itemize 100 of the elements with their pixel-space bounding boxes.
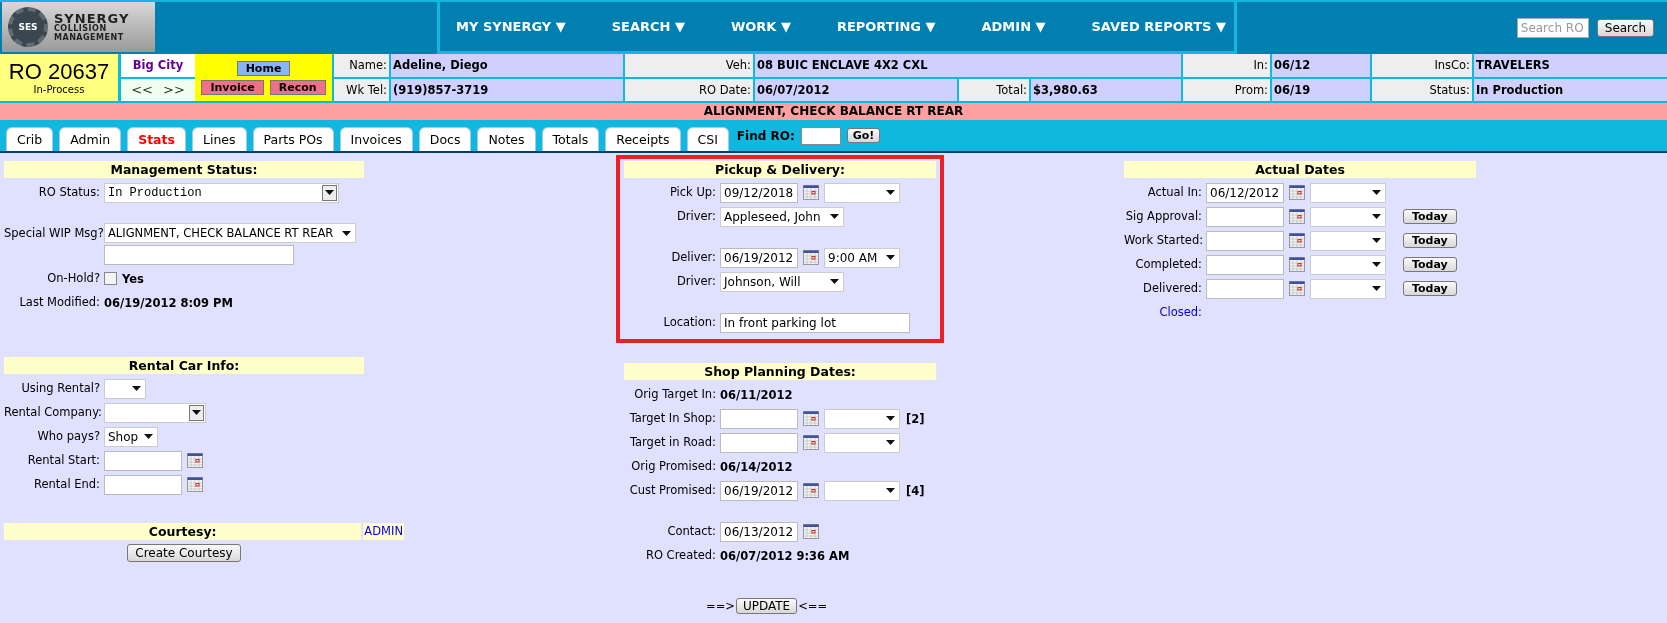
info-value: (919)857-3719 bbox=[391, 78, 623, 101]
section-title: Rental Car Info: bbox=[4, 357, 364, 374]
dropdown[interactable]: Shop bbox=[104, 426, 159, 447]
info-label: Prom: bbox=[1183, 78, 1270, 101]
search-field[interactable]: Search RO bbox=[1516, 18, 1589, 38]
field-label: Orig Promised: bbox=[630, 458, 717, 475]
info-value: 06/19 bbox=[1272, 78, 1370, 101]
next-link[interactable]: >> bbox=[163, 82, 185, 98]
field-label: Target In Shop: bbox=[628, 410, 717, 427]
section-title: Actual Dates bbox=[1124, 161, 1476, 178]
info-label: Total: bbox=[959, 78, 1029, 101]
section-title: Shop Planning Dates: bbox=[624, 363, 936, 380]
arrow-text: <== bbox=[798, 599, 828, 613]
tab[interactable]: Crib bbox=[6, 127, 54, 151]
field-label: Pick Up: bbox=[668, 184, 717, 201]
info-label: RO Date: bbox=[625, 78, 753, 101]
section-title: Management Status: bbox=[4, 161, 364, 178]
tab[interactable]: Admin bbox=[59, 127, 122, 151]
info-label: Status: bbox=[1372, 78, 1472, 101]
update-button[interactable]: UPDATE bbox=[735, 598, 798, 614]
info-value: 06/12 bbox=[1272, 54, 1370, 77]
tab[interactable]: CSI bbox=[686, 127, 729, 151]
dropdown[interactable]: Johnson, Will bbox=[720, 271, 844, 292]
home-button[interactable]: Home bbox=[236, 60, 291, 76]
action-button[interactable]: Invoice bbox=[201, 79, 264, 95]
date-field[interactable]: 06/19/2012 bbox=[720, 247, 798, 268]
date-field[interactable]: 06/13/2012 bbox=[720, 521, 798, 542]
count-note: [2] bbox=[906, 411, 925, 426]
field-label: Last Modified: bbox=[18, 294, 101, 311]
info-label: Veh: bbox=[625, 54, 753, 77]
field-label: Rental Company: bbox=[4, 404, 103, 421]
tab[interactable]: Docs bbox=[418, 127, 472, 151]
field-label: Cust Promised: bbox=[628, 482, 717, 499]
gear-logo-icon: SES bbox=[8, 7, 48, 47]
field-value: 06/07/2012 9:36 AM bbox=[720, 548, 850, 563]
logo[interactable]: SES SYNERGY COLLISION MANAGEMENT bbox=[2, 2, 155, 52]
tab[interactable]: Lines bbox=[191, 127, 247, 151]
nav-menu-item[interactable]: MY SYNERGY ▼ bbox=[456, 19, 566, 34]
section-title: Pickup & Delivery: bbox=[624, 161, 936, 178]
field-label: Using Rental? bbox=[20, 380, 101, 397]
ro-panel: RO 20637 In-Process bbox=[0, 54, 118, 101]
info-value: 06/07/2012 bbox=[755, 78, 957, 101]
nav-menu-item[interactable]: SAVED REPORTS ▼ bbox=[1091, 19, 1226, 34]
today-button[interactable]: Today bbox=[1403, 281, 1457, 296]
text-field[interactable]: In front parking lot bbox=[720, 312, 910, 333]
tab[interactable]: Stats bbox=[127, 127, 186, 151]
previous-link[interactable]: << bbox=[131, 82, 153, 98]
field-label: Location: bbox=[662, 314, 717, 331]
field-label: Target in Road: bbox=[628, 434, 717, 451]
field-label: Work Started: bbox=[1124, 232, 1205, 249]
info-value: 08 BUIC ENCLAVE 4X2 CXL bbox=[755, 54, 1181, 77]
tab[interactable]: Invoices bbox=[339, 127, 413, 151]
nav-menu-item[interactable]: WORK ▼ bbox=[730, 19, 791, 34]
action-button[interactable]: Recon bbox=[269, 79, 326, 95]
today-button[interactable]: Today bbox=[1403, 257, 1457, 272]
field-label: Sig Approval: bbox=[1124, 208, 1203, 225]
info-label: Name: bbox=[334, 54, 389, 77]
tab[interactable]: Parts POs bbox=[252, 127, 334, 151]
field-label: RO Created: bbox=[644, 547, 717, 564]
closed-link[interactable]: Closed: bbox=[1124, 302, 1206, 322]
date-field[interactable]: 06/19/2012 bbox=[720, 480, 798, 501]
create-courtesy-button[interactable]: Create Courtesy bbox=[127, 544, 241, 562]
field-label: Special WIP Msg? bbox=[4, 225, 104, 242]
shop-name: Big City bbox=[121, 54, 195, 77]
today-button[interactable]: Today bbox=[1403, 209, 1457, 224]
tab[interactable]: Totals bbox=[541, 127, 600, 151]
field-value: 06/19/2012 8:09 PM bbox=[104, 295, 233, 310]
go-button[interactable]: Go! bbox=[846, 128, 881, 143]
field-label: Who pays? bbox=[36, 428, 101, 445]
tab[interactable]: Receipts bbox=[605, 127, 681, 151]
field-label: Contact: bbox=[666, 523, 717, 540]
field-label: RO Status: bbox=[37, 184, 101, 201]
info-label: InsCo: bbox=[1372, 54, 1472, 77]
field-label: Completed: bbox=[1134, 256, 1203, 273]
field-label: Delivered: bbox=[1142, 280, 1203, 297]
section-title: Courtesy: bbox=[4, 523, 362, 540]
info-value: $3,980.63 bbox=[1031, 78, 1181, 101]
admin-link[interactable]: ADMIN bbox=[363, 523, 404, 540]
dropdown[interactable]: Appleseed, John bbox=[720, 206, 844, 227]
nav-menu-item[interactable]: ADMIN ▼ bbox=[981, 19, 1046, 34]
today-button[interactable]: Today bbox=[1403, 233, 1457, 248]
field-label: Rental Start: bbox=[26, 452, 101, 469]
info-value: Adeline, Diego bbox=[391, 54, 623, 77]
search-button[interactable]: Search bbox=[1596, 19, 1654, 37]
info-value: TRAVELERS bbox=[1474, 54, 1667, 77]
date-field[interactable]: 09/12/2018 bbox=[720, 182, 798, 203]
dropdown[interactable]: In Production bbox=[104, 182, 339, 203]
field-label: Deliver: bbox=[670, 249, 717, 266]
info-label: In: bbox=[1183, 54, 1270, 77]
field-value: 06/11/2012 bbox=[720, 387, 793, 402]
nav-menu-item[interactable]: REPORTING ▼ bbox=[836, 19, 936, 34]
field-label: Actual In: bbox=[1146, 184, 1203, 201]
nav-menu-item[interactable]: SEARCH ▼ bbox=[611, 19, 685, 34]
info-label: Wk Tel: bbox=[334, 78, 389, 101]
alert-banner: ALIGNMENT, CHECK BALANCE RT REAR bbox=[0, 101, 1667, 120]
time-dropdown[interactable]: 9:00 AM bbox=[824, 247, 900, 268]
tab[interactable]: Notes bbox=[477, 127, 536, 151]
find-ro-label: Find RO: bbox=[736, 128, 795, 143]
dropdown[interactable]: ALIGNMENT, CHECK BALANCE RT REAR bbox=[104, 223, 356, 243]
date-field[interactable]: 06/12/2012 bbox=[1206, 182, 1284, 203]
